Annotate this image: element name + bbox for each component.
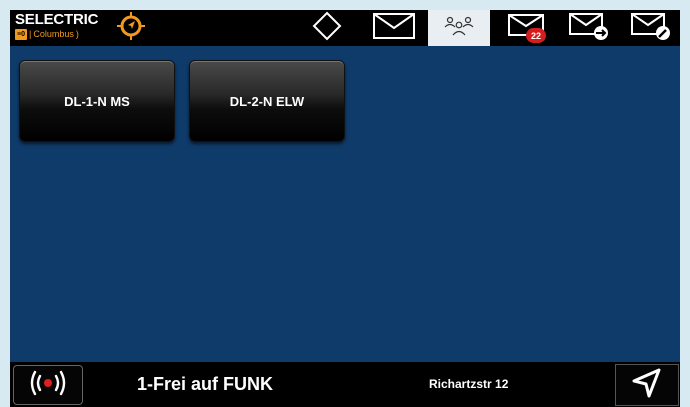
brand-bracket: | bbox=[28, 29, 32, 39]
brand-subtitle: ≡0 | Columbus ) bbox=[15, 29, 98, 40]
navigation-button[interactable] bbox=[615, 364, 679, 406]
navigation-arrow-icon bbox=[631, 367, 663, 404]
inbox-count-badge: 22 bbox=[526, 28, 546, 43]
diamond-icon bbox=[312, 11, 342, 46]
tab-diamond[interactable] bbox=[296, 10, 358, 46]
compass-logo-icon bbox=[117, 12, 145, 45]
tab-units[interactable] bbox=[428, 10, 490, 46]
envelope-send-icon bbox=[568, 11, 610, 46]
status-text: 1-Frei auf FUNK bbox=[137, 374, 274, 394]
people-icon bbox=[442, 16, 476, 41]
tab-inbox[interactable]: 22 bbox=[496, 10, 558, 46]
tab-outbox[interactable] bbox=[558, 10, 620, 46]
top-bar: SELECTRIC ≡0 | Columbus ) 22 bbox=[10, 10, 680, 46]
brand-name: SELECTRIC bbox=[15, 11, 99, 28]
unit-button-1[interactable]: DL-1-N MS bbox=[19, 60, 175, 142]
radio-signal-icon bbox=[26, 368, 70, 403]
tab-messages[interactable] bbox=[363, 10, 425, 46]
address-text: Richartzstr 12 bbox=[429, 377, 509, 391]
status-bar: 1-Frei auf FUNK Richartzstr 12 bbox=[10, 362, 680, 407]
envelope-edit-icon bbox=[630, 11, 672, 46]
brand-logo: SELECTRIC ≡0 | Columbus ) bbox=[15, 12, 98, 40]
unit-button-2[interactable]: DL-2-N ELW bbox=[189, 60, 345, 142]
brand-product: Columbus bbox=[33, 29, 74, 39]
envelope-icon bbox=[372, 11, 416, 46]
tab-compose[interactable] bbox=[620, 10, 682, 46]
brand-badge: ≡0 bbox=[15, 29, 27, 40]
radio-signal-button[interactable] bbox=[13, 365, 83, 405]
brand-bracket: ) bbox=[75, 29, 79, 39]
unit-panel: DL-1-N MS DL-2-N ELW bbox=[10, 46, 680, 362]
app-screen: SELECTRIC ≡0 | Columbus ) 22 DL-1-N MS D… bbox=[10, 10, 680, 407]
